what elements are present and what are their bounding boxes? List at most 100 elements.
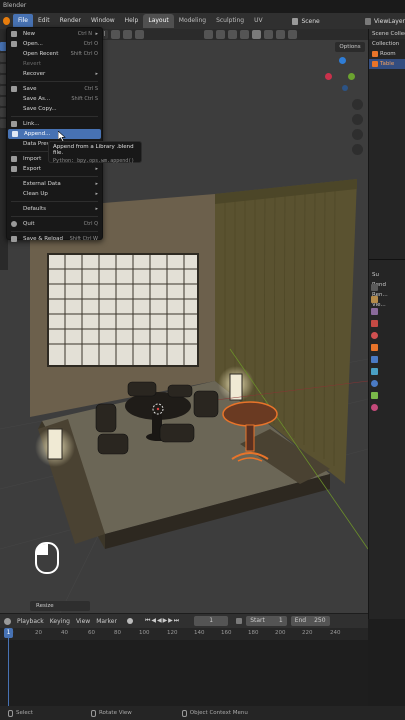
zoom-view-icon[interactable] [352, 99, 363, 110]
tick-label: 120 [167, 630, 178, 636]
workspace-tab-layout[interactable]: Layout [143, 14, 174, 28]
menu-item-defaults[interactable]: Defaults ▸ [7, 204, 102, 214]
scene-icon [292, 17, 299, 25]
menu-help[interactable]: Help [120, 14, 144, 28]
menu-item-clean-up[interactable]: Clean Up ▸ [7, 189, 102, 199]
outliner-row-scene-collection[interactable]: Scene Collection [369, 29, 405, 39]
workspace-tab-modeling[interactable]: Modeling [174, 14, 211, 28]
record-icon[interactable] [126, 618, 133, 624]
submenu-arrow-icon: ▸ [95, 206, 98, 212]
output-properties-icon[interactable] [371, 308, 378, 315]
xray-toggle-icon[interactable] [240, 30, 250, 39]
menu-item-label: Defaults [23, 206, 46, 212]
current-frame-field[interactable]: 1 [194, 616, 229, 626]
pan-view-icon[interactable] [352, 114, 363, 125]
menu-item-link[interactable]: Link... [7, 119, 102, 129]
snap-icon[interactable] [123, 30, 133, 39]
properties-tab-column [371, 279, 379, 579]
clock-icon [236, 618, 243, 624]
perspective-toggle-icon[interactable] [352, 144, 363, 155]
shading-rendered-icon[interactable] [288, 30, 298, 39]
menu-item-save[interactable]: Save Ctrl S [7, 84, 102, 94]
blender-logo-icon[interactable] [3, 17, 10, 25]
menu-item-label: Clean Up [23, 191, 48, 197]
playhead[interactable]: 1 [4, 628, 13, 638]
overlay-toggle-icon[interactable] [228, 30, 238, 39]
scene-selector[interactable]: Scene [301, 18, 345, 25]
world-properties-icon[interactable] [371, 332, 378, 339]
shading-material-icon[interactable] [276, 30, 286, 39]
constraints-properties-icon[interactable] [371, 392, 378, 399]
menu-file[interactable]: File [12, 14, 33, 28]
object-properties-icon[interactable] [371, 344, 378, 351]
end-frame-field[interactable]: End 250 [290, 616, 330, 626]
editor-type-icon[interactable] [4, 617, 11, 625]
outliner-row-collection[interactable]: Collection [369, 39, 405, 49]
shortcut-label: Ctrl S [84, 86, 98, 92]
render-properties-icon[interactable] [371, 296, 378, 303]
menu-item-open[interactable]: Open... Ctrl O [7, 39, 102, 49]
gizmo-toggle-icon[interactable] [216, 30, 226, 39]
menu-item-quit[interactable]: Quit Ctrl Q [7, 219, 102, 229]
menu-item-save-reload[interactable]: Save & Reload Shift Ctrl W [7, 234, 102, 244]
gizmo-z-axis-icon[interactable] [339, 57, 346, 64]
menu-item-open-recent[interactable]: Open Recent Shift Ctrl O [7, 49, 102, 59]
shading-solid-icon[interactable] [264, 30, 274, 39]
menu-item-save-copy[interactable]: Save Copy... [7, 104, 102, 114]
camera-view-icon[interactable] [352, 129, 363, 140]
menu-item-new[interactable]: New Ctrl N ▸ [7, 29, 102, 39]
menu-item-export[interactable]: Export ▸ [7, 164, 102, 174]
particles-properties-icon[interactable] [371, 368, 378, 375]
physics-properties-icon[interactable] [371, 380, 378, 387]
proportional-edit-icon[interactable] [135, 30, 145, 39]
timeline-body[interactable] [0, 640, 368, 706]
mouse-hint-icon [35, 542, 59, 574]
pivot-icon[interactable] [111, 30, 121, 39]
visibility-icon[interactable] [204, 30, 214, 39]
menu-item-save-as[interactable]: Save As... Shift Ctrl S [7, 94, 102, 104]
mouse-left-icon [8, 709, 13, 717]
menu-item-label: Export [23, 166, 42, 172]
menu-item-label: Save Copy... [23, 106, 57, 112]
menu-edit[interactable]: Edit [33, 14, 55, 28]
gizmo-y-axis-icon[interactable] [348, 73, 355, 80]
menu-separator [11, 81, 98, 82]
timeline-menu-marker[interactable]: Marker [96, 618, 117, 625]
outliner-row-room[interactable]: Room [369, 49, 405, 59]
menu-item-label: Save & Reload [23, 236, 63, 242]
playback-controls-icon[interactable]: ⏮◀◀▶▶⏭ [145, 617, 180, 625]
submenu-arrow-icon: ▸ [95, 31, 98, 37]
menu-item-append[interactable]: Append... [8, 129, 101, 139]
scene-properties-icon[interactable] [371, 320, 378, 327]
navigation-gizmo[interactable] [322, 57, 362, 97]
view-layer-selector[interactable]: ViewLayer [374, 18, 405, 25]
menu-item-recover[interactable]: Recover ▸ [7, 69, 102, 79]
gizmo-neg-z-icon[interactable] [342, 85, 348, 91]
material-properties-icon[interactable] [371, 404, 378, 411]
menu-window[interactable]: Window [86, 14, 120, 28]
gizmo-x-axis-icon[interactable] [325, 73, 332, 80]
timeline-menu-playback[interactable]: Playback [17, 618, 44, 625]
modifier-properties-icon[interactable] [371, 356, 378, 363]
options-dropdown[interactable]: Options [335, 42, 365, 52]
start-frame-field[interactable]: Start 1 [246, 616, 287, 626]
menu-item-label: External Data [23, 181, 61, 187]
menu-render[interactable]: Render [55, 14, 86, 28]
link-icon [11, 121, 17, 127]
tool-properties-icon[interactable] [371, 284, 378, 291]
timeline-menu-view[interactable]: View [76, 618, 90, 625]
workspace-tab-sculpting[interactable]: Sculpting [211, 14, 249, 28]
save-icon [11, 86, 17, 92]
menu-item-external-data[interactable]: External Data ▸ [7, 179, 102, 189]
reload-icon [11, 236, 17, 242]
file-menu-dropdown: New Ctrl N ▸ Open... Ctrl O Open Recent Shif… [6, 27, 103, 242]
status-select: Select [8, 709, 33, 717]
timeline-menu-keying[interactable]: Keying [50, 618, 70, 625]
workspace-tab-uv-editing[interactable]: UV Editing [249, 14, 286, 38]
timeline-ruler[interactable]: 0 20 40 60 80 100 120 140 160 180 200 22… [0, 628, 368, 640]
shading-wireframe-icon[interactable] [252, 30, 262, 39]
menu-item-label: Open... [23, 41, 43, 47]
tick-label: 100 [139, 630, 150, 636]
last-operation-panel[interactable]: Resize [30, 601, 90, 611]
outliner-row-table[interactable]: Table [369, 59, 405, 69]
